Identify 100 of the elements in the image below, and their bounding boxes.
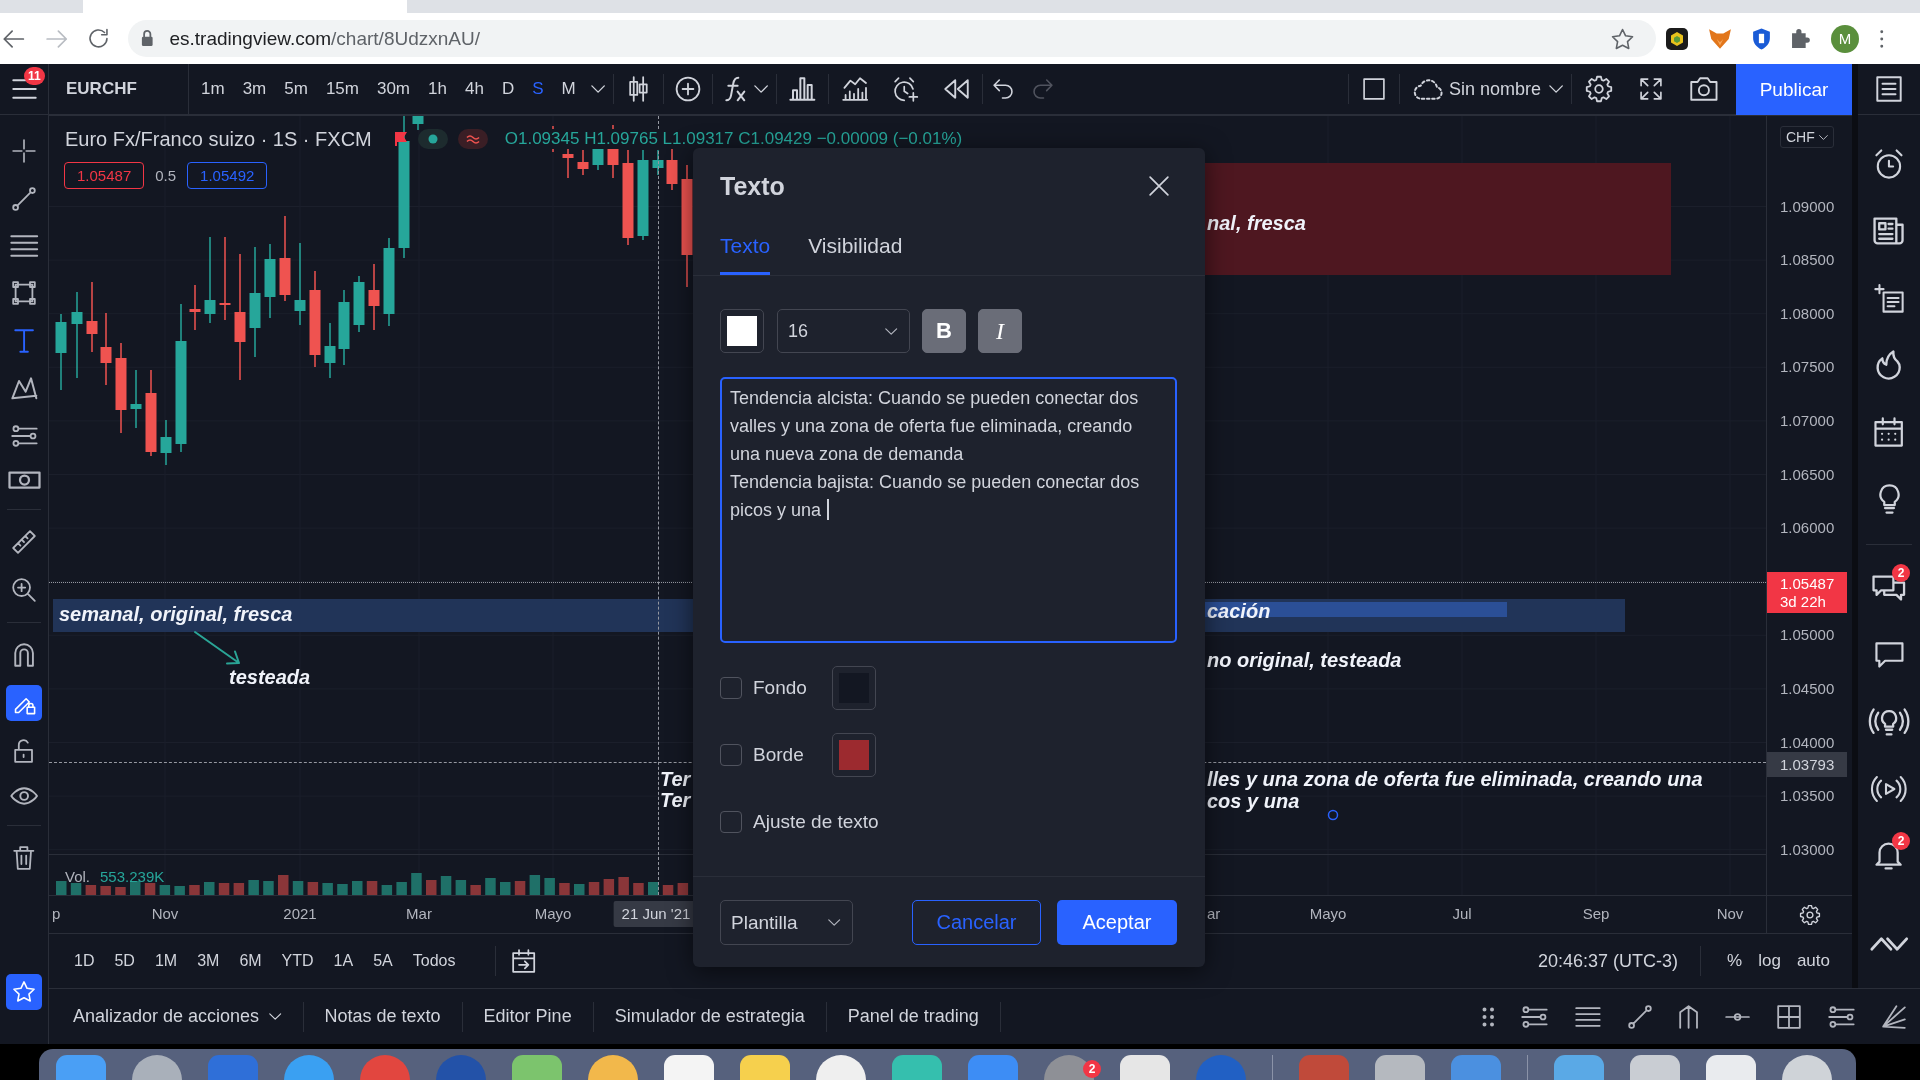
- calendar-icon[interactable]: [1874, 416, 1904, 447]
- app-icon[interactable]: [664, 1055, 714, 1080]
- calendar-arrow-icon[interactable]: [512, 949, 536, 973]
- range-button[interactable]: 1A: [323, 945, 364, 977]
- app-icon[interactable]: [1044, 1055, 1094, 1080]
- checkbox[interactable]: [720, 677, 742, 699]
- caret-icon[interactable]: [269, 1013, 282, 1020]
- profile-button[interactable]: M: [1830, 24, 1859, 53]
- scale-button[interactable]: log: [1750, 945, 1789, 977]
- caret-icon[interactable]: [1818, 134, 1828, 140]
- anchor-point-icon[interactable]: [1327, 809, 1339, 821]
- undo-icon[interactable]: [993, 79, 1014, 99]
- panel-tab[interactable]: Simulador de estrategia: [593, 1001, 827, 1032]
- currency-button[interactable]: CHF: [1780, 126, 1834, 148]
- broadcast-bulb-icon[interactable]: [1871, 707, 1907, 736]
- fox-icon[interactable]: [1708, 27, 1732, 50]
- caret-icon[interactable]: [590, 85, 605, 93]
- range-button[interactable]: 3M: [187, 945, 230, 977]
- app-icon[interactable]: [1375, 1055, 1425, 1080]
- candlestick-icon[interactable]: [628, 76, 648, 102]
- scale-button[interactable]: auto: [1788, 945, 1838, 977]
- checkbox[interactable]: [720, 744, 742, 766]
- text-input-area[interactable]: Tendencia alcista: Cuando se pueden conectar dos valles y una zona de oferta fue eliminada, creando una nueva zona de demanda Tendencia bajista: Cuando se pueden conectar dos picos y una: [720, 377, 1177, 643]
- layout-name-button[interactable]: Sin nombre: [1448, 78, 1541, 100]
- menu-icon[interactable]: [11, 79, 37, 99]
- puzzle-icon[interactable]: [1791, 28, 1811, 49]
- trend-line-icon[interactable]: [1627, 1004, 1652, 1029]
- interval-button[interactable]: 4h: [455, 72, 493, 106]
- shield-icon[interactable]: [1752, 27, 1771, 50]
- square-icon[interactable]: [1363, 78, 1386, 100]
- publish-button[interactable]: Publicar: [1736, 64, 1852, 115]
- watchlist-icon[interactable]: [1876, 76, 1902, 102]
- rewind-icon[interactable]: [944, 79, 970, 99]
- add-list-icon[interactable]: [1874, 282, 1904, 313]
- fullscreen-icon[interactable]: [1640, 78, 1663, 100]
- app-icon[interactable]: [588, 1055, 638, 1080]
- clock-button[interactable]: 20:46:37 (UTC-3): [1538, 950, 1679, 972]
- interval-button[interactable]: 1m: [192, 72, 234, 106]
- interval-button[interactable]: 5m: [275, 72, 317, 106]
- stream-icon[interactable]: [1872, 774, 1906, 803]
- pencil-lock-icon[interactable]: [6, 685, 42, 721]
- app-icon[interactable]: [1782, 1055, 1832, 1080]
- panel-tab[interactable]: Panel de trading: [826, 1001, 1001, 1032]
- node-lines-icon[interactable]: [1521, 1005, 1548, 1028]
- settings-icon[interactable]: [1586, 76, 1613, 102]
- horizontal-ray-icon[interactable]: [1725, 1012, 1751, 1021]
- drag-handle-icon[interactable]: [1481, 1006, 1495, 1027]
- range-button[interactable]: Todos: [402, 945, 466, 977]
- caret-icon[interactable]: [827, 919, 840, 926]
- range-button[interactable]: 6M: [229, 945, 272, 977]
- bookmark-star-icon[interactable]: [1611, 28, 1633, 49]
- scale-button[interactable]: %: [1719, 945, 1751, 977]
- caret-icon[interactable]: [754, 85, 769, 93]
- node-lines-icon[interactable]: [1828, 1005, 1855, 1028]
- alarm-plus-icon[interactable]: [894, 76, 919, 102]
- interval-button[interactable]: 15m: [316, 72, 368, 106]
- more-options-icon[interactable]: [1878, 28, 1885, 49]
- checkbox-label[interactable]: Ajuste de texto: [753, 811, 879, 833]
- interval-button[interactable]: 3m: [233, 72, 276, 106]
- grid-box-icon[interactable]: [1777, 1004, 1802, 1029]
- checkbox-label[interactable]: Borde: [753, 744, 832, 766]
- app-icon[interactable]: [1630, 1055, 1680, 1080]
- app-icon[interactable]: [132, 1055, 182, 1080]
- bar-chart-icon[interactable]: [789, 77, 816, 101]
- panel-tab[interactable]: Analizador de acciones: [49, 1001, 304, 1032]
- symbol-button[interactable]: EURCHF: [49, 64, 189, 114]
- interval-button[interactable]: 30m: [367, 72, 420, 106]
- range-button[interactable]: 1D: [64, 945, 105, 977]
- range-button[interactable]: 5A: [363, 945, 403, 977]
- color-swatch[interactable]: [832, 666, 876, 710]
- template-dropdown[interactable]: Plantilla: [720, 900, 853, 945]
- fan-lines-icon[interactable]: [1882, 1004, 1906, 1029]
- back-icon[interactable]: [2, 29, 25, 48]
- app-icon[interactable]: [740, 1055, 790, 1080]
- app-icon[interactable]: [512, 1055, 562, 1080]
- app-icon[interactable]: [1706, 1055, 1756, 1080]
- address-field[interactable]: es.tradingview.com/chart/8UdzxnAU/: [128, 20, 1656, 57]
- interval-button[interactable]: 1h: [419, 72, 456, 106]
- settings-icon[interactable]: [1799, 904, 1820, 925]
- interval-button[interactable]: M: [552, 72, 585, 106]
- app-icon[interactable]: [816, 1055, 866, 1080]
- lightbulb-icon[interactable]: [1878, 483, 1900, 514]
- panel-tab[interactable]: Notas de texto: [303, 1001, 463, 1032]
- interval-button[interactable]: D: [492, 72, 524, 106]
- range-button[interactable]: YTD: [271, 945, 324, 977]
- range-button[interactable]: 5D: [104, 945, 145, 977]
- accept-button[interactable]: Aceptar: [1057, 900, 1177, 945]
- color-swatch[interactable]: [832, 733, 876, 777]
- function-icon[interactable]: [724, 77, 747, 101]
- horizontal-lines-icon[interactable]: [1574, 1006, 1601, 1027]
- pitchfork-icon[interactable]: [1678, 1004, 1698, 1029]
- chat-icon[interactable]: [1874, 641, 1904, 668]
- flame-icon[interactable]: [1876, 349, 1902, 380]
- chevrons-icon[interactable]: [1869, 936, 1909, 951]
- news-icon[interactable]: [1873, 216, 1905, 245]
- checkbox-label[interactable]: Fondo: [753, 677, 832, 699]
- panel-tab[interactable]: Editor Pine: [462, 1001, 594, 1032]
- range-button[interactable]: 1M: [144, 945, 188, 977]
- checkbox[interactable]: [720, 811, 742, 833]
- app-icon[interactable]: [892, 1055, 942, 1080]
